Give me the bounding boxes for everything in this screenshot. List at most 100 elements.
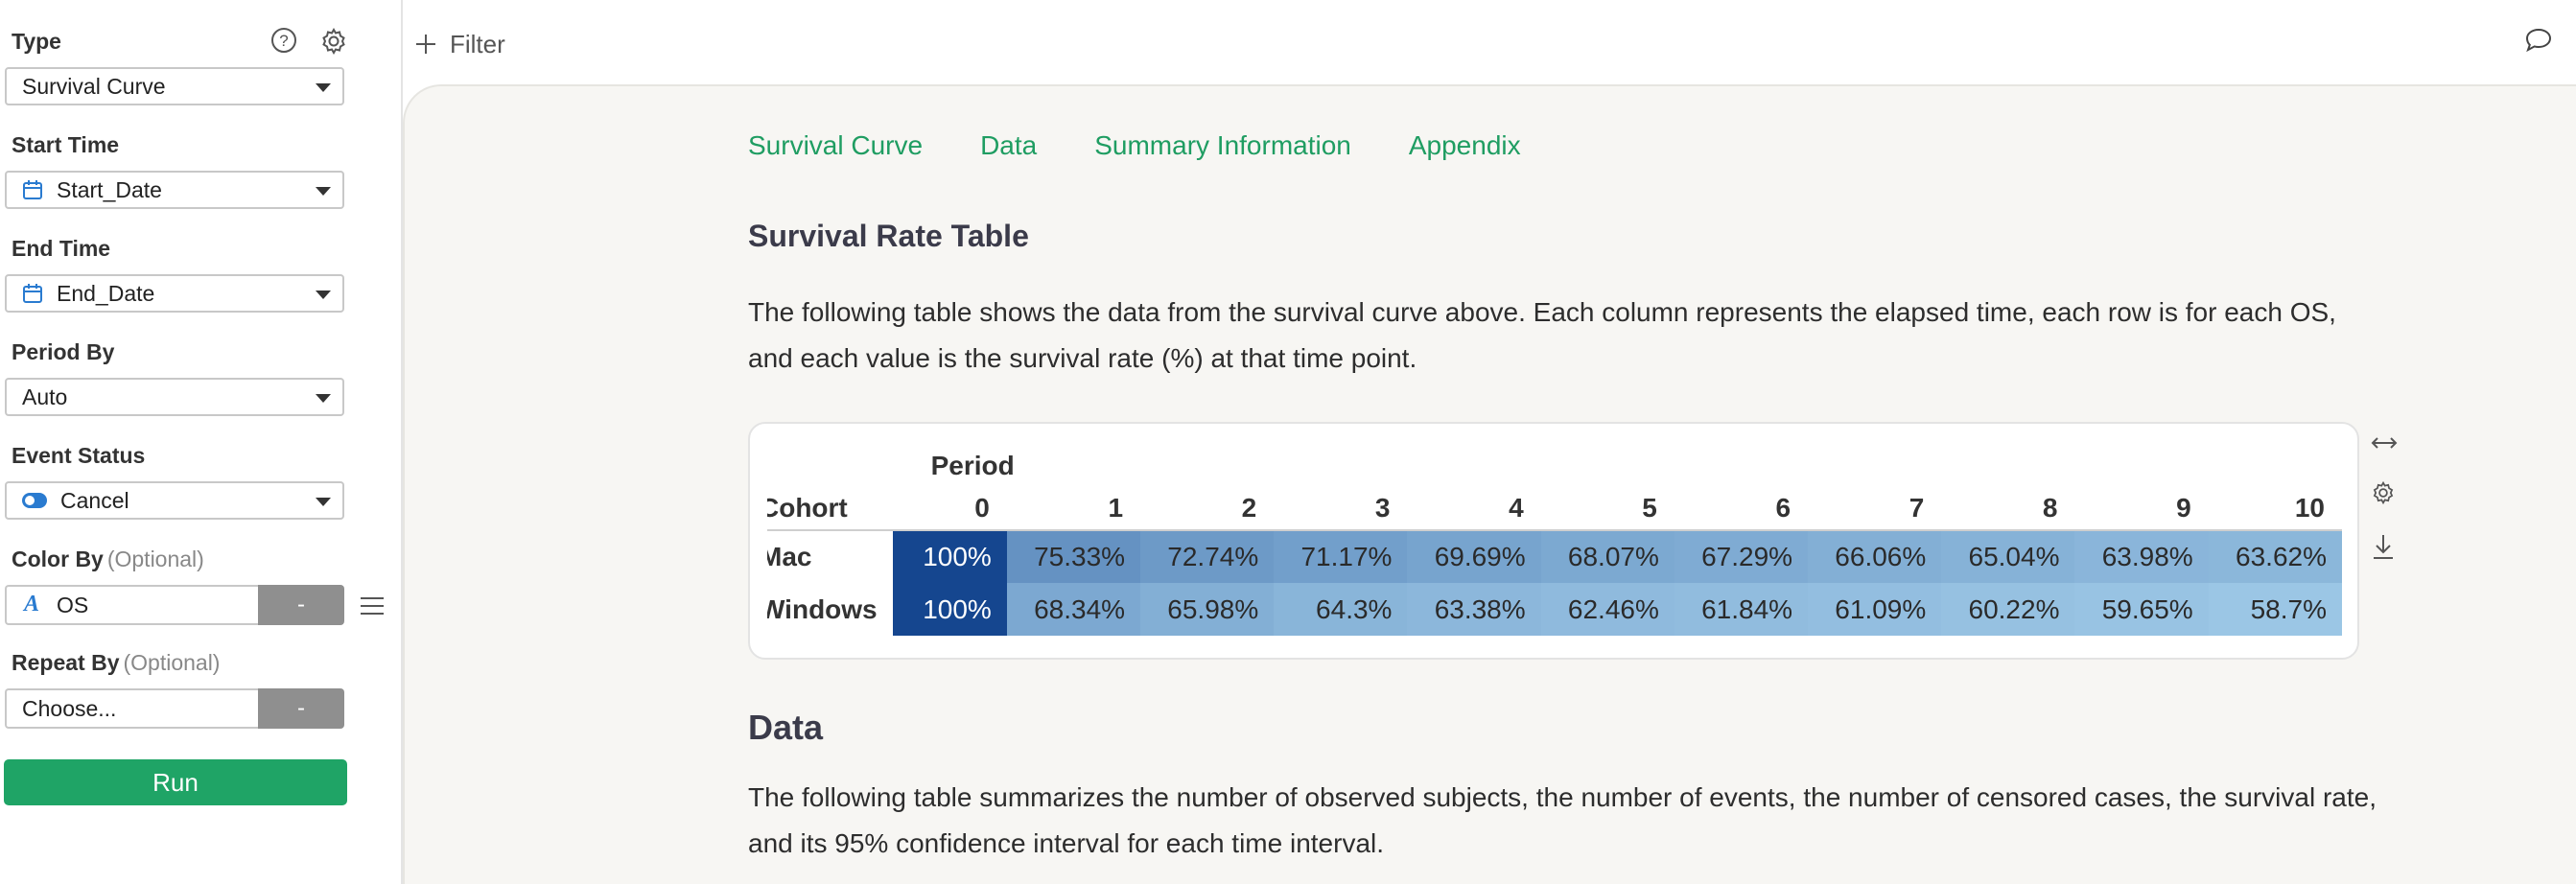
- gear-icon[interactable]: [319, 27, 348, 56]
- end-time-label: End Time: [12, 236, 111, 261]
- survival-rate-cell: 61.09%: [1808, 583, 1942, 636]
- survival-rate-cell: 100%: [892, 583, 1007, 636]
- period-column-header: 6: [1775, 493, 1791, 523]
- repeat-by-field[interactable]: Choose... -: [5, 688, 344, 729]
- cohort-header: Cohort: [767, 493, 848, 523]
- report-tabs: Survival Curve Data Summary Information …: [748, 130, 1521, 161]
- help-icon[interactable]: ?: [270, 27, 297, 54]
- type-label: Type: [12, 29, 61, 54]
- chevron-down-icon: [316, 187, 331, 196]
- start-time-select[interactable]: Start_Date: [5, 171, 344, 209]
- survival-rate-description: The following table shows the data from …: [748, 297, 2336, 373]
- survival-rate-cell: 68.07%: [1540, 530, 1674, 583]
- chevron-down-icon: [316, 83, 331, 92]
- tab-appendix[interactable]: Appendix: [1409, 130, 1521, 161]
- period-column-header: 3: [1374, 493, 1391, 523]
- event-status-value: Cancel: [60, 487, 129, 513]
- cohort-name: Mac: [767, 542, 812, 571]
- settings-panel: Type ? Survival Curve Start Time Start_D…: [0, 0, 403, 884]
- tab-summary-information[interactable]: Summary Information: [1094, 130, 1351, 161]
- period-column-header: 10: [2294, 493, 2325, 523]
- table-row: Windows 100% 68.34% 65.98% 64.3% 63.38% 62.46%…: [767, 583, 2342, 636]
- survival-rate-cell: 65.98%: [1140, 583, 1275, 636]
- toggle-icon: [22, 493, 47, 508]
- run-button[interactable]: Run: [4, 759, 347, 805]
- end-time-value: End_Date: [57, 280, 155, 306]
- survival-rate-cell: 75.33%: [1006, 530, 1141, 583]
- chevron-down-icon: [316, 394, 331, 403]
- chevron-down-icon: [316, 291, 331, 299]
- svg-text:?: ?: [279, 32, 288, 50]
- filter-button[interactable]: Filter: [415, 27, 505, 62]
- survival-rate-cell: 62.46%: [1540, 583, 1674, 636]
- survival-rate-cell: 63.62%: [2208, 530, 2342, 583]
- period-by-label: Period By: [12, 339, 115, 364]
- period-column-header: 0: [974, 493, 990, 523]
- table-actions: [2371, 433, 2398, 565]
- period-column-header: 4: [1509, 493, 1524, 523]
- survival-rate-cell: 61.84%: [1674, 583, 1809, 636]
- end-time-select[interactable]: End_Date: [5, 274, 344, 313]
- color-by-clear-button[interactable]: -: [258, 585, 344, 625]
- period-column-header: 7: [1909, 493, 1925, 523]
- period-by-value: Auto: [22, 384, 68, 409]
- chevron-down-icon: [316, 498, 331, 506]
- period-column-header: 1: [1108, 493, 1124, 523]
- survival-rate-cell: 64.3%: [1274, 583, 1408, 636]
- event-status-select[interactable]: Cancel: [5, 481, 344, 520]
- svg-text:A: A: [22, 592, 39, 613]
- repeat-by-input[interactable]: Choose...: [5, 688, 258, 729]
- plus-icon: [415, 27, 436, 62]
- color-by-value: OS: [57, 592, 89, 617]
- survival-rate-cell: 63.98%: [2074, 530, 2209, 583]
- period-column-header: 2: [1241, 493, 1257, 523]
- survival-rate-cell: 58.7%: [2208, 583, 2342, 636]
- tab-data[interactable]: Data: [980, 130, 1037, 161]
- data-section-title: Data: [748, 708, 824, 747]
- survival-rate-table-card: Period Cohort 0 1 2 3 4 5 6 7 8 9 10 Mac 100%75.33%…: [748, 422, 2359, 660]
- survival-rate-table: Period Cohort 0 1 2 3 4 5 6 7 8 9 10 Mac 100%75.33%…: [767, 445, 2342, 636]
- survival-rate-cell: 68.34%: [1006, 583, 1141, 636]
- repeat-by-label: Repeat By (Optional): [12, 650, 220, 676]
- data-section-description: The following table summarizes the numbe…: [748, 782, 2377, 858]
- calendar-icon: [22, 283, 43, 304]
- filter-label: Filter: [450, 30, 505, 58]
- period-by-select[interactable]: Auto: [5, 378, 344, 416]
- period-column-header: 5: [1642, 493, 1657, 523]
- type-select[interactable]: Survival Curve: [5, 67, 344, 105]
- start-time-value: Start_Date: [57, 176, 162, 202]
- event-status-label: Event Status: [12, 443, 146, 468]
- download-icon[interactable]: [2371, 533, 2398, 565]
- survival-rate-cell: 63.38%: [1407, 583, 1541, 636]
- survival-rate-cell: 100%: [892, 530, 1007, 583]
- cohort-name: Windows: [767, 593, 878, 624]
- color-by-label: Color By (Optional): [12, 547, 204, 572]
- calendar-icon: [22, 179, 43, 200]
- table-row: Mac 100%75.33%72.74%71.17%69.69%68.07%67.…: [767, 530, 2342, 583]
- color-by-field[interactable]: A OS -: [5, 585, 344, 625]
- menu-icon[interactable]: [359, 594, 386, 622]
- survival-rate-cell: 72.74%: [1140, 530, 1275, 583]
- period-column-header: 8: [2042, 493, 2058, 523]
- survival-rate-cell: 71.17%: [1274, 530, 1408, 583]
- repeat-by-clear-button[interactable]: -: [258, 688, 344, 729]
- color-by-label-text: Color By: [12, 547, 104, 571]
- color-by-input[interactable]: A OS: [5, 585, 258, 625]
- survival-rate-title: Survival Rate Table: [748, 219, 1029, 253]
- start-time-label: Start Time: [12, 132, 120, 157]
- comment-icon[interactable]: [2524, 27, 2553, 58]
- repeat-by-label-text: Repeat By: [12, 650, 120, 675]
- survival-rate-cell: 65.04%: [1941, 530, 2075, 583]
- period-column-header: 9: [2176, 493, 2191, 523]
- optional-hint: (Optional): [123, 650, 221, 675]
- period-group-header: Period: [930, 451, 1015, 480]
- expand-horizontal-icon[interactable]: [2371, 433, 2398, 457]
- survival-rate-cell: 66.06%: [1808, 530, 1942, 583]
- type-value: Survival Curve: [22, 73, 166, 99]
- text-type-icon: A: [22, 592, 41, 618]
- survival-rate-cell: 60.22%: [1941, 583, 2075, 636]
- tab-survival-curve[interactable]: Survival Curve: [748, 130, 923, 161]
- survival-rate-cell: 67.29%: [1674, 530, 1809, 583]
- survival-rate-cell: 59.65%: [2074, 583, 2209, 636]
- gear-icon[interactable]: [2371, 480, 2398, 510]
